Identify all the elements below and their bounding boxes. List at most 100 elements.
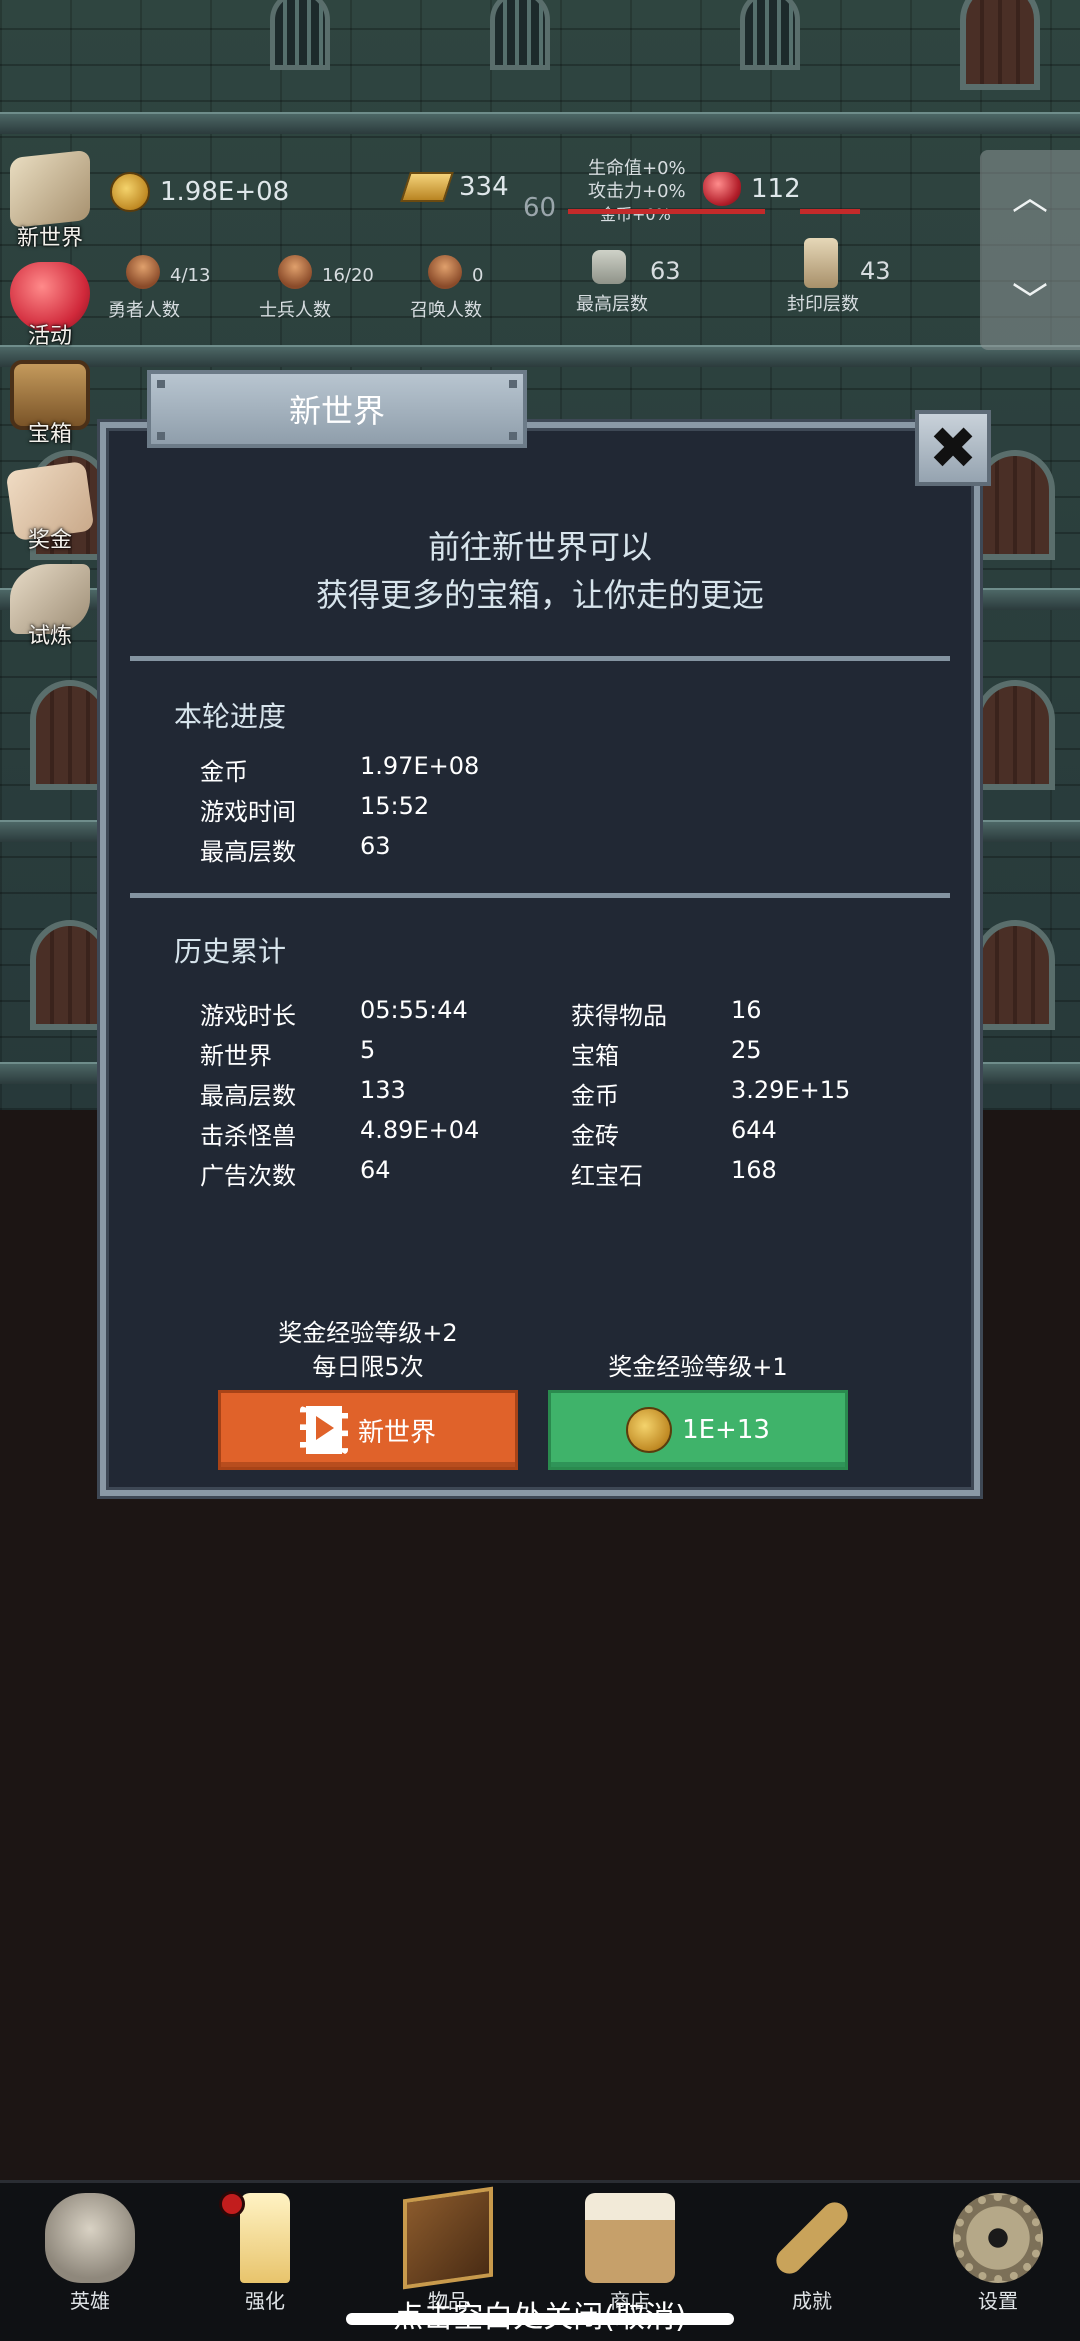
gold-bar-icon	[400, 172, 454, 202]
side-trial-button[interactable]: 试炼	[2, 560, 98, 656]
gear-icon	[953, 2193, 1043, 2283]
summon-count: 0	[472, 265, 484, 286]
side-chest-label: 宝箱	[27, 422, 72, 447]
nav-settings-label: 设置	[978, 2289, 1018, 2313]
side-trial-label: 试炼	[27, 624, 72, 649]
history-left-value: 4.89E+04	[360, 1116, 480, 1144]
current-progress-heading: 本轮进度	[174, 700, 287, 733]
history-right-key: 金币	[571, 1082, 619, 1110]
nav-upgrade[interactable]: 强化	[175, 2191, 355, 2313]
history-left-value: 5	[360, 1036, 376, 1064]
side-new-world-button[interactable]: 新世界	[2, 149, 98, 251]
notification-dot	[219, 2191, 245, 2217]
sealed-floor-icon	[804, 238, 838, 288]
history-right-value: 16	[731, 996, 762, 1024]
dungeon-door	[975, 680, 1055, 790]
dungeon-door	[960, 0, 1040, 90]
map-scroll-icon	[10, 149, 90, 229]
ruby-value: 112	[751, 174, 801, 204]
intro-line-1: 前往新世界可以	[427, 528, 652, 566]
summon-label: 召唤人数	[410, 300, 482, 321]
goldbar-counter: 334	[400, 172, 509, 202]
history-right-value: 644	[731, 1116, 777, 1144]
coin-button-label: 1E+13	[682, 1415, 770, 1445]
intro-line-2: 获得更多的宝箱，让你走的更远	[315, 576, 764, 614]
history-right-key: 宝箱	[571, 1042, 619, 1070]
close-icon: ✖	[928, 414, 978, 482]
history-left-key: 击杀怪兽	[200, 1122, 296, 1150]
current-gold-key: 金币	[200, 758, 248, 786]
ad-reward-line-1: 奖金经验等级+2	[278, 1319, 458, 1347]
barred-window	[740, 0, 800, 70]
nav-heroes[interactable]: 英雄	[0, 2193, 180, 2313]
book-icon	[403, 2186, 493, 2290]
history-left-value: 64	[360, 1156, 391, 1184]
top-floor-label: 最高层数	[576, 294, 648, 315]
side-event-button[interactable]: 活动	[2, 258, 98, 354]
soldiers-count: 16/20	[322, 265, 374, 286]
soldiers-label: 士兵人数	[259, 300, 331, 321]
watch-ad-new-world-button[interactable]: 新世界	[218, 1390, 518, 1470]
gold-coin-icon	[626, 1407, 673, 1453]
side-bonus-button[interactable]: 奖金	[2, 460, 98, 558]
history-right-value: 3.29E+15	[731, 1076, 851, 1104]
heroes-count: 4/13	[170, 265, 211, 286]
dungeon-door	[30, 680, 110, 790]
goldbar-value: 334	[459, 172, 509, 202]
gold-counter: 1.98E+08	[110, 172, 289, 212]
nav-settings[interactable]: 设置	[908, 2193, 1080, 2313]
soldier-icon	[278, 255, 312, 289]
nav-achievements-label: 成就	[792, 2289, 832, 2313]
sealed-count: 43	[860, 257, 891, 285]
dungeon-door	[30, 920, 110, 1030]
floor-ledge	[0, 112, 1080, 134]
home-indicator[interactable]	[346, 2313, 734, 2325]
history-left-key: 广告次数	[200, 1162, 296, 1190]
history-right-value: 168	[731, 1156, 777, 1184]
history-right-key: 获得物品	[571, 1002, 667, 1030]
coin-reward-line: 奖金经验等级+1	[608, 1353, 788, 1381]
top-floor-icon	[592, 250, 626, 284]
ruby-icon	[703, 172, 741, 206]
video-play-icon	[299, 1406, 348, 1454]
history-left-key: 最高层数	[200, 1082, 296, 1110]
history-heading: 历史累计	[174, 935, 287, 968]
history-left-key: 游戏时长	[200, 1002, 296, 1030]
side-event-label: 活动	[27, 324, 72, 349]
nav-achievements[interactable]: 成就	[722, 2193, 902, 2313]
barred-window	[490, 0, 550, 70]
scroll-down-arrow-icon[interactable]: ﹀	[1010, 282, 1050, 322]
current-floor-value: 63	[360, 832, 391, 860]
ad-button-label: 新世界	[357, 1417, 436, 1448]
pay-coins-new-world-button[interactable]: 1E+13	[548, 1390, 848, 1470]
coin-reward-caption: 奖金经验等级+1	[548, 1350, 848, 1384]
side-chest-button[interactable]: 宝箱	[2, 356, 98, 452]
beer-mug-icon	[585, 2193, 675, 2283]
rivet	[509, 432, 517, 440]
history-right-key: 红宝石	[571, 1162, 643, 1190]
bonus-atk: 攻击力+0%	[588, 181, 686, 202]
scroll-arrow-panel: ︿ ﹀	[980, 150, 1080, 350]
ruby-counter: 112	[703, 172, 801, 206]
gold-value: 1.98E+08	[160, 177, 290, 207]
divider	[130, 893, 950, 898]
rivet	[157, 432, 165, 440]
history-left-value: 05:55:44	[360, 996, 468, 1024]
history-left-value: 133	[360, 1076, 406, 1104]
hero-icon	[126, 255, 160, 289]
history-left-key: 新世界	[200, 1042, 272, 1070]
ruby-bar-2	[800, 209, 860, 214]
top-floor-count: 63	[650, 257, 681, 285]
current-time-key: 游戏时间	[200, 798, 296, 826]
ruby-bar	[705, 209, 765, 214]
ad-reward-caption: 奖金经验等级+2 每日限5次	[218, 1316, 518, 1384]
bonus-gold: 金币+0%	[600, 205, 671, 224]
dialog-title: 新世界	[288, 392, 385, 430]
heroes-label: 勇者人数	[108, 300, 180, 321]
scroll-up-arrow-icon[interactable]: ︿	[1010, 178, 1050, 218]
history-right-value: 25	[731, 1036, 762, 1064]
rivet	[509, 380, 517, 388]
close-button[interactable]: ✖	[915, 410, 991, 486]
summon-icon	[428, 255, 462, 289]
ad-reward-line-2: 每日限5次	[312, 1353, 424, 1381]
